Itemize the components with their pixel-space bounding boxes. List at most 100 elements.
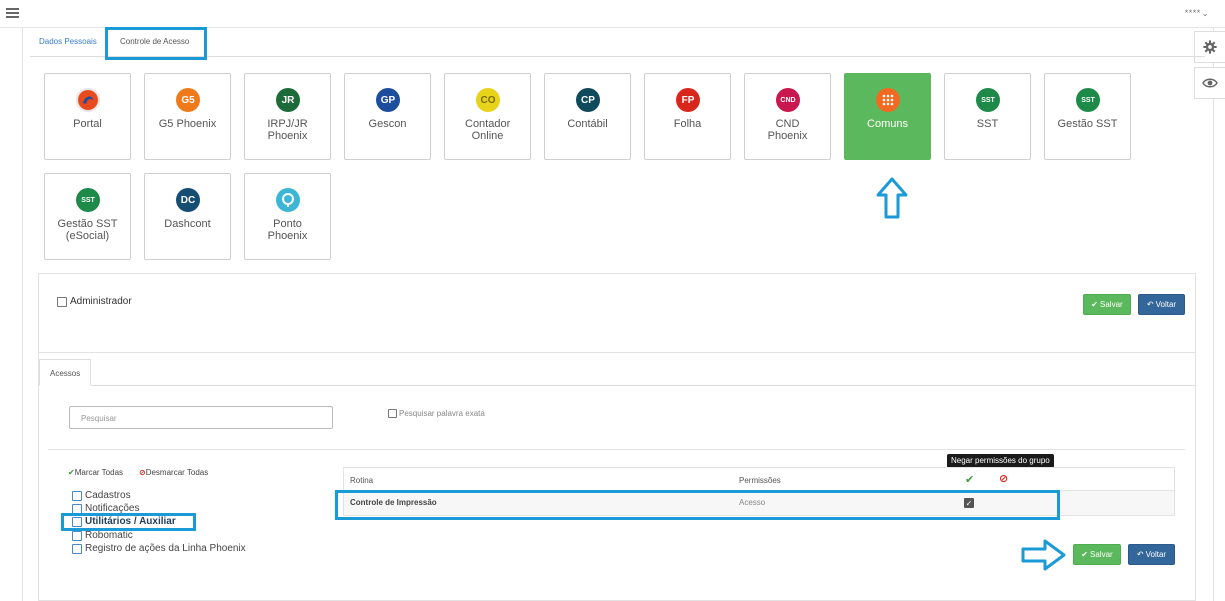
module-gescon[interactable]: GP Gescon: [344, 73, 431, 160]
panel-divider: [39, 352, 1195, 353]
g5-logo-icon: G5: [176, 88, 200, 112]
admin-label: Administrador: [70, 296, 132, 307]
deny-group-tooltip: Negar permissões do grupo: [947, 454, 1054, 468]
tabs-baseline: [39, 385, 1195, 386]
module-label: CND Phoenix: [767, 118, 808, 142]
module-contabil[interactable]: CP Contábil: [544, 73, 631, 160]
eye-icon: [1202, 78, 1218, 88]
tree-item-cadastros[interactable]: Cadastros: [72, 490, 131, 501]
module-label: Dashcont: [164, 218, 211, 230]
module-label: IRPJ/JR Phoenix: [267, 118, 308, 142]
module-label: SST: [976, 118, 999, 130]
module-ponto-phoenix[interactable]: Ponto Phoenix: [244, 173, 331, 260]
highlight-box-tree-item: [61, 513, 196, 531]
back-button-bottom[interactable]: ↶ Voltar: [1128, 544, 1175, 565]
module-label: Contábil: [567, 118, 608, 130]
top-bar: ****⌄: [0, 0, 1225, 28]
module-cnd-phoenix[interactable]: CND CND Phoenix: [744, 73, 831, 160]
header-permissoes: Permissões: [739, 476, 781, 485]
preview-button[interactable]: [1194, 67, 1225, 99]
search-input[interactable]: Pesquisar: [69, 406, 333, 429]
admin-checkbox[interactable]: [57, 296, 67, 307]
tab-acessos[interactable]: Acessos: [39, 359, 91, 386]
unmark-all-button[interactable]: ⊘Desmarcar Todas: [139, 468, 208, 477]
sst-logo-icon: SST: [76, 188, 100, 212]
gear-icon: [1203, 40, 1217, 54]
content-right-border: [1213, 28, 1214, 601]
cp-logo-icon: CP: [576, 88, 600, 112]
module-label: Contador Online: [465, 118, 511, 142]
exact-search-option[interactable]: Pesquisar palavra exata: [388, 409, 485, 419]
annotation-arrow-right-icon: [1021, 539, 1066, 571]
save-label: Salvar: [1100, 300, 1123, 309]
tree-item-label: Cadastros: [85, 490, 131, 501]
ban-icon: ⊘: [139, 468, 146, 477]
user-label: ****: [1184, 8, 1201, 18]
module-label: Gestão SST: [1057, 118, 1118, 130]
tree-checkbox[interactable]: [72, 543, 82, 554]
module-folha[interactable]: FP Folha: [644, 73, 731, 160]
tree-item-robomatic[interactable]: Robomatic: [72, 530, 133, 541]
grant-all-check-icon[interactable]: ✔: [965, 473, 974, 486]
module-label: Comuns: [867, 118, 908, 130]
user-menu[interactable]: ****⌄: [1185, 8, 1209, 18]
sst-logo-icon: SST: [976, 88, 1000, 112]
co-logo-icon: CO: [476, 88, 500, 112]
save-label: Salvar: [1090, 550, 1113, 559]
hamburger-icon[interactable]: [6, 8, 19, 19]
highlight-box-tab: [105, 27, 207, 60]
back-button-top[interactable]: ↶ Voltar: [1138, 294, 1185, 315]
tree-checkbox[interactable]: [72, 503, 82, 514]
module-irpj-jr-phoenix[interactable]: JR IRPJ/JR Phoenix: [244, 73, 331, 160]
module-label: Gestão SST (eSocial): [57, 218, 118, 242]
search-divider: [48, 449, 1185, 450]
chevron-down-icon: ⌄: [1201, 9, 1209, 18]
exact-search-label: Pesquisar palavra exata: [399, 409, 485, 419]
cnd-logo-icon: CND: [776, 88, 800, 112]
mark-all-label: Marcar Todas: [74, 468, 124, 477]
content-left-border: [22, 28, 23, 601]
check-icon: ✔: [1091, 300, 1098, 309]
check-icon: ✔: [68, 468, 75, 477]
tree-checkbox[interactable]: [72, 490, 82, 501]
reply-icon: ↶: [1146, 300, 1154, 309]
comuns-logo-icon: [876, 88, 900, 112]
admin-checkbox-row[interactable]: Administrador: [57, 296, 132, 307]
highlight-box-table-row: [335, 490, 1060, 520]
module-label: Folha: [673, 118, 702, 130]
fp-logo-icon: FP: [676, 88, 700, 112]
module-portal[interactable]: Portal: [44, 73, 131, 160]
module-label: G5 Phoenix: [158, 118, 217, 130]
module-gestao-sst-esocial[interactable]: SST Gestão SST (eSocial): [44, 173, 131, 260]
check-icon: ✔: [1081, 550, 1088, 559]
portal-logo-icon: [76, 88, 100, 112]
dc-logo-icon: DC: [176, 188, 200, 212]
exact-search-checkbox[interactable]: [388, 409, 397, 419]
annotation-arrow-up-icon: [876, 177, 908, 219]
ponto-logo-icon: [276, 188, 300, 212]
mark-all-button[interactable]: ✔Marcar Todas: [68, 468, 123, 477]
module-label: Ponto Phoenix: [267, 218, 308, 242]
module-gestao-sst[interactable]: SST Gestão SST: [1044, 73, 1131, 160]
header-rotina: Rotina: [350, 476, 374, 485]
module-g5-phoenix[interactable]: G5 G5 Phoenix: [144, 73, 231, 160]
tab-dados-pessoais[interactable]: Dados Pessoais: [39, 37, 97, 46]
save-button-bottom[interactable]: ✔ Salvar: [1073, 544, 1121, 565]
back-label: Voltar: [1145, 550, 1167, 559]
tree-item-registro-acoes[interactable]: Registro de ações da Linha Phoenix: [72, 543, 246, 554]
jr-logo-icon: JR: [276, 88, 300, 112]
module-label: Gescon: [368, 118, 407, 130]
deny-group-ban-icon[interactable]: ⊘: [999, 472, 1008, 485]
reply-icon: ↶: [1136, 550, 1144, 559]
tree-item-label: Robomatic: [85, 530, 133, 541]
tree-checkbox[interactable]: [72, 530, 82, 541]
module-contador-online[interactable]: CO Contador Online: [444, 73, 531, 160]
module-sst[interactable]: SST SST: [944, 73, 1031, 160]
back-label: Voltar: [1155, 300, 1177, 309]
gp-logo-icon: GP: [376, 88, 400, 112]
table-header-row: Rotina Permissões ✔ ⊘: [344, 468, 1174, 491]
module-comuns[interactable]: Comuns: [844, 73, 931, 160]
save-button-top[interactable]: ✔ Salvar: [1083, 294, 1131, 315]
tree-item-label: Registro de ações da Linha Phoenix: [85, 543, 246, 554]
module-dashcont[interactable]: DC Dashcont: [144, 173, 231, 260]
